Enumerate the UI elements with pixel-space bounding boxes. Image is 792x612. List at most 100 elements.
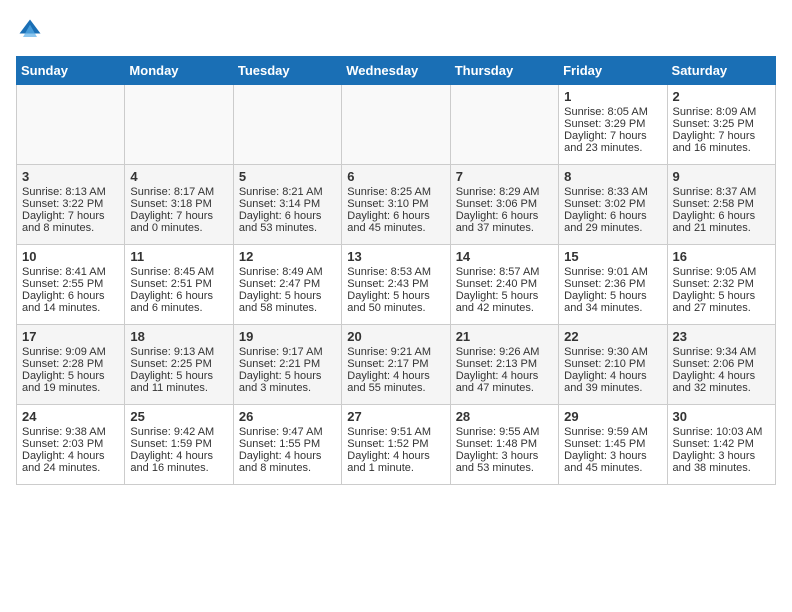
- cell-content: Daylight: 6 hours: [564, 210, 661, 222]
- cell-content: and 19 minutes.: [22, 382, 119, 394]
- calendar-cell: 10Sunrise: 8:41 AMSunset: 2:55 PMDayligh…: [17, 245, 125, 325]
- day-number: 13: [347, 249, 444, 264]
- cell-content: Daylight: 5 hours: [456, 290, 553, 302]
- cell-content: Daylight: 5 hours: [239, 370, 336, 382]
- logo-icon: [16, 16, 44, 44]
- day-number: 11: [130, 249, 227, 264]
- cell-content: Sunset: 1:45 PM: [564, 438, 661, 450]
- page-header: [16, 16, 776, 44]
- calendar-week-row: 17Sunrise: 9:09 AMSunset: 2:28 PMDayligh…: [17, 325, 776, 405]
- cell-content: and 34 minutes.: [564, 302, 661, 314]
- cell-content: and 6 minutes.: [130, 302, 227, 314]
- cell-content: Daylight: 4 hours: [347, 370, 444, 382]
- cell-content: Sunrise: 9:55 AM: [456, 426, 553, 438]
- cell-content: Sunrise: 8:57 AM: [456, 266, 553, 278]
- calendar-cell: 4Sunrise: 8:17 AMSunset: 3:18 PMDaylight…: [125, 165, 233, 245]
- cell-content: Sunset: 1:55 PM: [239, 438, 336, 450]
- cell-content: Sunset: 1:59 PM: [130, 438, 227, 450]
- cell-content: Daylight: 3 hours: [564, 450, 661, 462]
- cell-content: Sunset: 2:03 PM: [22, 438, 119, 450]
- cell-content: and 1 minute.: [347, 462, 444, 474]
- day-number: 21: [456, 329, 553, 344]
- cell-content: Sunrise: 9:17 AM: [239, 346, 336, 358]
- cell-content: Sunset: 2:25 PM: [130, 358, 227, 370]
- cell-content: Sunset: 3:14 PM: [239, 198, 336, 210]
- cell-content: Sunset: 1:52 PM: [347, 438, 444, 450]
- day-number: 12: [239, 249, 336, 264]
- calendar-cell: 26Sunrise: 9:47 AMSunset: 1:55 PMDayligh…: [233, 405, 341, 485]
- calendar-cell: 18Sunrise: 9:13 AMSunset: 2:25 PMDayligh…: [125, 325, 233, 405]
- day-number: 28: [456, 409, 553, 424]
- day-number: 19: [239, 329, 336, 344]
- cell-content: Sunset: 2:36 PM: [564, 278, 661, 290]
- cell-content: Sunset: 2:43 PM: [347, 278, 444, 290]
- cell-content: Daylight: 4 hours: [22, 450, 119, 462]
- cell-content: Sunrise: 9:34 AM: [673, 346, 770, 358]
- cell-content: Sunrise: 8:21 AM: [239, 186, 336, 198]
- day-number: 10: [22, 249, 119, 264]
- day-number: 24: [22, 409, 119, 424]
- cell-content: Sunrise: 9:21 AM: [347, 346, 444, 358]
- day-number: 2: [673, 89, 770, 104]
- calendar-cell: 8Sunrise: 8:33 AMSunset: 3:02 PMDaylight…: [559, 165, 667, 245]
- cell-content: and 45 minutes.: [564, 462, 661, 474]
- day-number: 15: [564, 249, 661, 264]
- cell-content: Daylight: 7 hours: [673, 130, 770, 142]
- cell-content: Sunset: 2:55 PM: [22, 278, 119, 290]
- cell-content: and 45 minutes.: [347, 222, 444, 234]
- cell-content: Sunrise: 10:03 AM: [673, 426, 770, 438]
- cell-content: Sunset: 2:10 PM: [564, 358, 661, 370]
- cell-content: Daylight: 5 hours: [673, 290, 770, 302]
- cell-content: Sunrise: 8:25 AM: [347, 186, 444, 198]
- cell-content: Daylight: 4 hours: [347, 450, 444, 462]
- calendar-cell: 23Sunrise: 9:34 AMSunset: 2:06 PMDayligh…: [667, 325, 775, 405]
- cell-content: and 11 minutes.: [130, 382, 227, 394]
- day-number: 29: [564, 409, 661, 424]
- cell-content: and 21 minutes.: [673, 222, 770, 234]
- cell-content: and 58 minutes.: [239, 302, 336, 314]
- calendar-cell: 29 Sunrise: 9:59 AMSunset: 1:45 PMDayligh…: [559, 405, 667, 485]
- cell-content: Sunset: 3:25 PM: [673, 118, 770, 130]
- cell-content: Sunrise: 9:01 AM: [564, 266, 661, 278]
- column-header-wednesday: Wednesday: [342, 57, 450, 85]
- calendar-cell: 11Sunrise: 8:45 AMSunset: 2:51 PMDayligh…: [125, 245, 233, 325]
- day-number: 20: [347, 329, 444, 344]
- calendar-cell: 30Sunrise: 10:03 AMSunset: 1:42 PMDaylig…: [667, 405, 775, 485]
- cell-content: and 50 minutes.: [347, 302, 444, 314]
- cell-content: and 42 minutes.: [456, 302, 553, 314]
- day-number: 26: [239, 409, 336, 424]
- cell-content: Sunset: 3:18 PM: [130, 198, 227, 210]
- cell-content: Daylight: 6 hours: [347, 210, 444, 222]
- day-number: 4: [130, 169, 227, 184]
- cell-content: Sunrise: 8:53 AM: [347, 266, 444, 278]
- cell-content: and 14 minutes.: [22, 302, 119, 314]
- day-number: 30: [673, 409, 770, 424]
- cell-content: Sunset: 3:02 PM: [564, 198, 661, 210]
- cell-content: Daylight: 4 hours: [564, 370, 661, 382]
- cell-content: Sunset: 2:13 PM: [456, 358, 553, 370]
- calendar-table: SundayMondayTuesdayWednesdayThursdayFrid…: [16, 56, 776, 485]
- cell-content: Sunrise: 8:05 AM: [564, 106, 661, 118]
- cell-content: Sunrise: 8:49 AM: [239, 266, 336, 278]
- calendar-cell: 16Sunrise: 9:05 AMSunset: 2:32 PMDayligh…: [667, 245, 775, 325]
- column-header-sunday: Sunday: [17, 57, 125, 85]
- cell-content: Daylight: 6 hours: [22, 290, 119, 302]
- cell-content: Daylight: 6 hours: [239, 210, 336, 222]
- cell-content: Sunrise: 9:51 AM: [347, 426, 444, 438]
- calendar-cell: 12Sunrise: 8:49 AMSunset: 2:47 PMDayligh…: [233, 245, 341, 325]
- cell-content: Daylight: 5 hours: [22, 370, 119, 382]
- cell-content: Sunset: 2:51 PM: [130, 278, 227, 290]
- calendar-week-row: 24Sunrise: 9:38 AMSunset: 2:03 PMDayligh…: [17, 405, 776, 485]
- cell-content: and 47 minutes.: [456, 382, 553, 394]
- day-number: 18: [130, 329, 227, 344]
- cell-content: Daylight: 6 hours: [456, 210, 553, 222]
- cell-content: Sunrise: 8:37 AM: [673, 186, 770, 198]
- calendar-cell: 5Sunrise: 8:21 AMSunset: 3:14 PMDaylight…: [233, 165, 341, 245]
- logo: [16, 16, 48, 44]
- calendar-cell: 15Sunrise: 9:01 AMSunset: 2:36 PMDayligh…: [559, 245, 667, 325]
- calendar-cell: 9Sunrise: 8:37 AMSunset: 2:58 PMDaylight…: [667, 165, 775, 245]
- cell-content: Sunrise: 9:59 AM: [564, 426, 661, 438]
- calendar-cell: 27Sunrise: 9:51 AMSunset: 1:52 PMDayligh…: [342, 405, 450, 485]
- cell-content: and 3 minutes.: [239, 382, 336, 394]
- cell-content: and 23 minutes.: [564, 142, 661, 154]
